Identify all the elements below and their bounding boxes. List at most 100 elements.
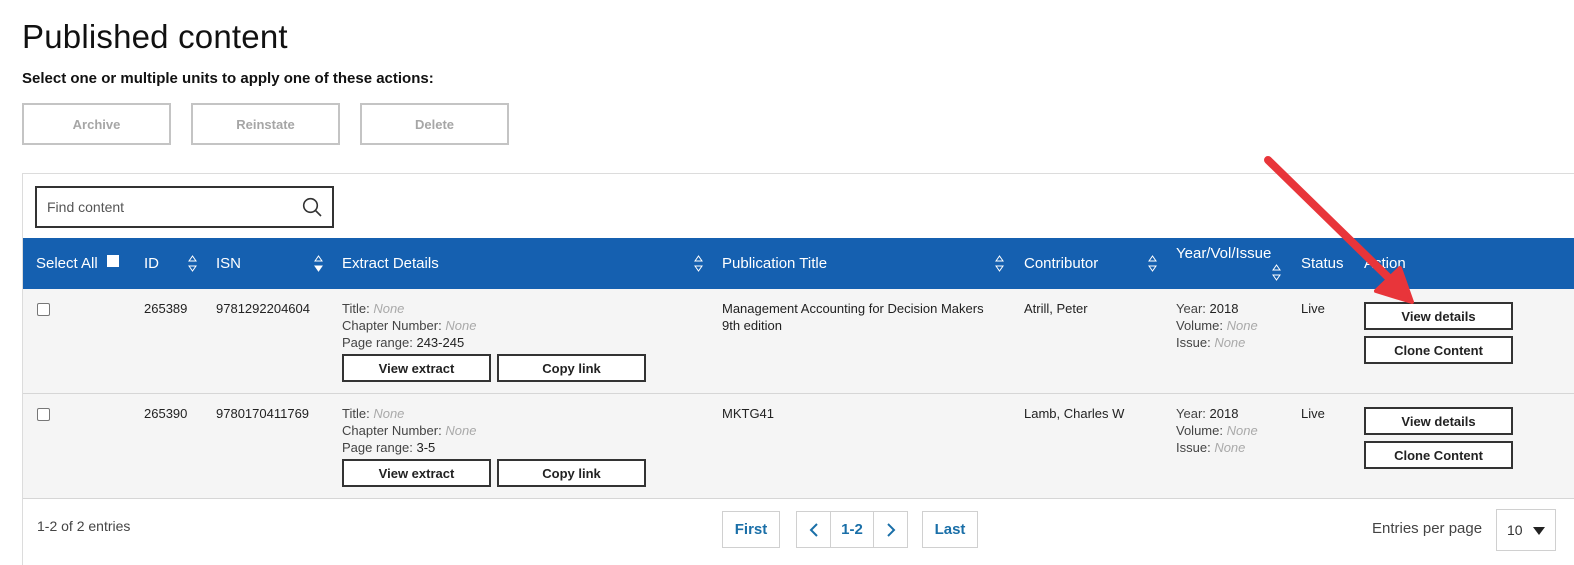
header-year-vol-issue[interactable]: Year/Vol/Issue bbox=[1176, 238, 1271, 289]
title-label: Title: bbox=[342, 406, 370, 421]
issue-label: Issue: bbox=[1176, 440, 1211, 455]
select-all-label: Select All bbox=[36, 255, 98, 272]
page-range-label: Page range: bbox=[342, 335, 413, 350]
title-label: Title: bbox=[342, 301, 370, 316]
publication-title: Management Accounting for Decision Maker… bbox=[722, 300, 984, 334]
row-contributor: Lamb, Charles W bbox=[1024, 406, 1125, 421]
page-range-label: Page range: bbox=[342, 440, 413, 455]
archive-button[interactable]: Archive bbox=[22, 103, 171, 145]
sort-icon[interactable] bbox=[188, 255, 197, 273]
publication-title: MKTG41 bbox=[722, 405, 774, 422]
header-status: Status bbox=[1301, 238, 1344, 289]
chapter-number-value: None bbox=[445, 423, 477, 438]
header-action-label: Action bbox=[1364, 255, 1406, 272]
pagination-group: 1-2 bbox=[796, 511, 908, 548]
table-row: 265389 9781292204604 Title: None Chapter… bbox=[23, 289, 1574, 394]
row-status: Live bbox=[1301, 406, 1325, 421]
row-checkbox[interactable] bbox=[37, 408, 50, 421]
next-page-button[interactable] bbox=[874, 512, 907, 547]
header-isn-label: ISN bbox=[216, 255, 242, 272]
entries-per-page-value: 10 bbox=[1507, 522, 1523, 538]
header-id[interactable]: ID bbox=[144, 238, 159, 289]
row-id: 265390 bbox=[144, 406, 188, 421]
sort-icon[interactable] bbox=[314, 255, 323, 273]
year-value: 2018 bbox=[1209, 301, 1239, 316]
caret-down-icon bbox=[1533, 527, 1545, 535]
volume-value: None bbox=[1226, 318, 1258, 333]
publication-title-line: Management Accounting for Decision Maker… bbox=[722, 301, 984, 316]
row-isn: 9781292204604 bbox=[216, 301, 310, 316]
row-checkbox[interactable] bbox=[37, 303, 50, 316]
clone-content-button[interactable]: Clone Content bbox=[1364, 336, 1513, 364]
entries-per-page-label: Entries per page bbox=[1372, 520, 1483, 537]
year-label: Year: bbox=[1176, 301, 1206, 316]
header-publication-title-label: Publication Title bbox=[722, 255, 828, 272]
table-row: 265390 9780170411769 Title: None Chapter… bbox=[23, 394, 1574, 499]
entries-count: 1-2 of 2 entries bbox=[37, 518, 131, 534]
chapter-number-value: None bbox=[445, 318, 477, 333]
row-id: 265389 bbox=[144, 301, 188, 316]
title-value: None bbox=[373, 301, 405, 316]
sort-icon[interactable] bbox=[1148, 255, 1157, 273]
current-page-range[interactable]: 1-2 bbox=[831, 512, 874, 547]
header-extract-details-label: Extract Details bbox=[342, 255, 439, 272]
issue-value: None bbox=[1214, 440, 1246, 455]
prev-page-button[interactable] bbox=[797, 512, 831, 547]
page-range-value: 3-5 bbox=[416, 440, 436, 455]
header-contributor-label: Contributor bbox=[1024, 255, 1099, 272]
issue-label: Issue: bbox=[1176, 335, 1211, 350]
extract-details: Title: None Chapter Number: None Page ra… bbox=[342, 405, 476, 456]
reinstate-button[interactable]: Reinstate bbox=[191, 103, 340, 145]
chapter-number-label: Chapter Number: bbox=[342, 423, 442, 438]
header-isn[interactable]: ISN bbox=[216, 238, 241, 289]
entries-per-page-select[interactable]: 10 bbox=[1496, 509, 1556, 551]
view-extract-button[interactable]: View extract bbox=[342, 354, 491, 382]
copy-link-button[interactable]: Copy link bbox=[497, 354, 646, 382]
page-range-value: 243-245 bbox=[416, 335, 465, 350]
copy-link-button[interactable]: Copy link bbox=[497, 459, 646, 487]
view-extract-button[interactable]: View extract bbox=[342, 459, 491, 487]
header-publication-title[interactable]: Publication Title bbox=[722, 238, 827, 289]
year-value: 2018 bbox=[1209, 406, 1239, 421]
extract-details: Title: None Chapter Number: None Page ra… bbox=[342, 300, 476, 351]
search-input[interactable] bbox=[37, 199, 287, 215]
volume-label: Volume: bbox=[1176, 423, 1223, 438]
table-header: Select All ID ISN Extract Details Public… bbox=[23, 238, 1574, 289]
year-vol-issue: Year: 2018 Volume: None Issue: None bbox=[1176, 405, 1258, 456]
chapter-number-label: Chapter Number: bbox=[342, 318, 442, 333]
view-details-button[interactable]: View details bbox=[1364, 302, 1513, 330]
page-title: Published content bbox=[22, 18, 288, 55]
view-details-button[interactable]: View details bbox=[1364, 407, 1513, 435]
row-isn: 9780170411769 bbox=[216, 406, 310, 421]
row-status: Live bbox=[1301, 301, 1325, 316]
year-label: Year: bbox=[1176, 406, 1206, 421]
bulk-action-instructions: Select one or multiple units to apply on… bbox=[22, 70, 434, 87]
chevron-left-icon bbox=[809, 522, 818, 537]
issue-value: None bbox=[1214, 335, 1246, 350]
header-action: Action bbox=[1364, 238, 1406, 289]
sort-icon[interactable] bbox=[694, 255, 703, 273]
volume-value: None bbox=[1226, 423, 1258, 438]
first-page-button[interactable]: First bbox=[722, 511, 780, 548]
delete-button[interactable]: Delete bbox=[360, 103, 509, 145]
select-all-header[interactable]: Select All bbox=[36, 238, 119, 289]
header-extract-details[interactable]: Extract Details bbox=[342, 238, 439, 289]
volume-label: Volume: bbox=[1176, 318, 1223, 333]
chevron-right-icon bbox=[886, 522, 895, 537]
last-page-button[interactable]: Last bbox=[922, 511, 978, 548]
header-contributor[interactable]: Contributor bbox=[1024, 238, 1098, 289]
clone-content-button[interactable]: Clone Content bbox=[1364, 441, 1513, 469]
title-value: None bbox=[373, 406, 405, 421]
sort-icon[interactable] bbox=[995, 255, 1004, 273]
header-status-label: Status bbox=[1301, 255, 1344, 272]
publication-title-edition: 9th edition bbox=[722, 318, 782, 333]
select-all-checkbox[interactable] bbox=[106, 254, 119, 267]
search-icon[interactable] bbox=[302, 197, 322, 217]
sort-icon[interactable] bbox=[1272, 264, 1281, 282]
content-table-panel: Select All ID ISN Extract Details Public… bbox=[22, 173, 1574, 565]
header-year-vol-issue-label: Year/Vol/Issue bbox=[1176, 245, 1272, 262]
search-box bbox=[35, 186, 334, 228]
publication-title-line: MKTG41 bbox=[722, 406, 775, 421]
header-id-label: ID bbox=[144, 255, 159, 272]
year-vol-issue: Year: 2018 Volume: None Issue: None bbox=[1176, 300, 1258, 351]
